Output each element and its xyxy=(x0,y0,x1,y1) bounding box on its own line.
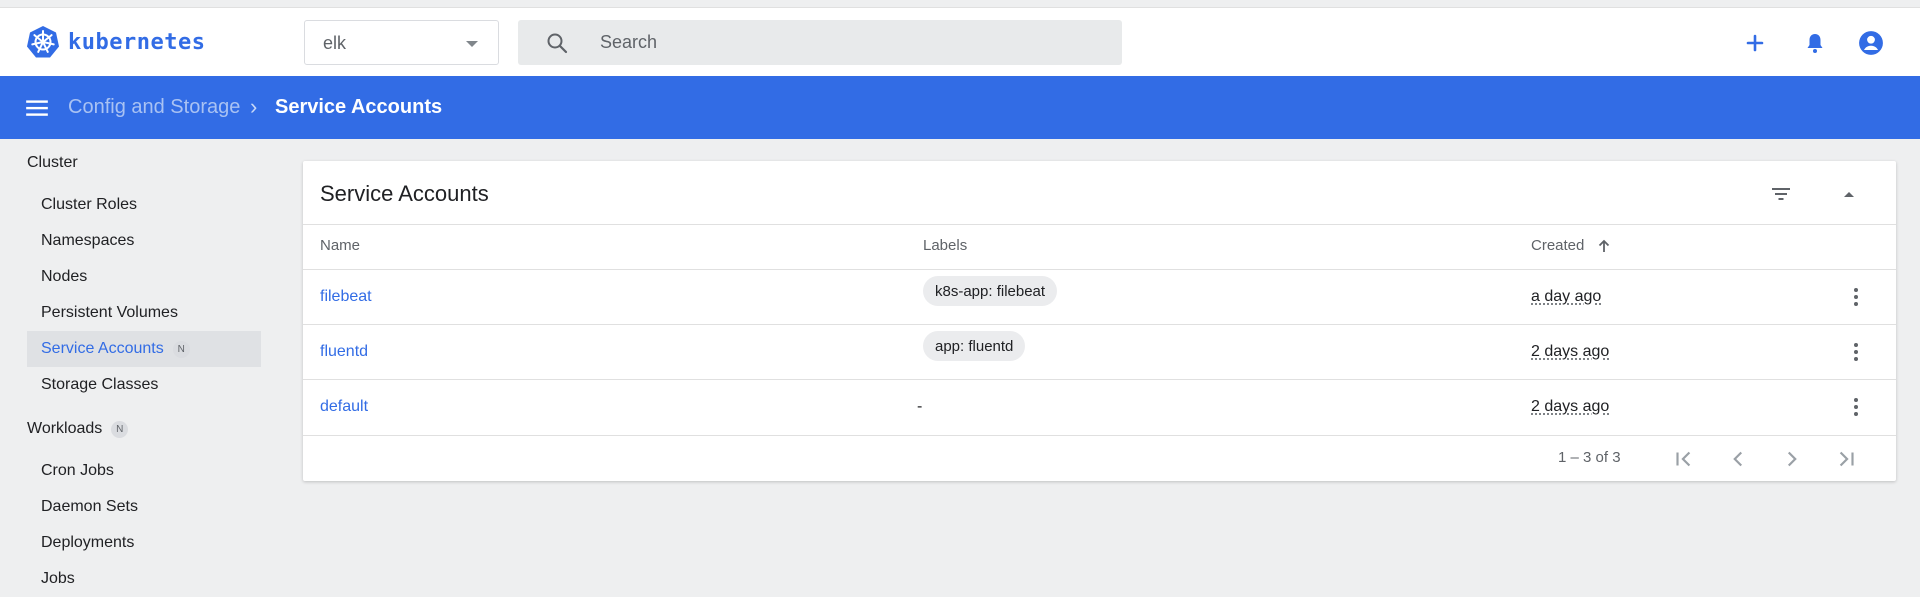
service-accounts-card: Service Accounts Name Labels Created fil… xyxy=(303,161,1896,481)
row-actions-button[interactable] xyxy=(1844,340,1868,364)
triangle-up-icon xyxy=(1844,192,1854,197)
sidebar-section-workloads[interactable]: Workloads N xyxy=(27,420,129,438)
created-age: a day ago xyxy=(1531,288,1602,305)
sidebar-item-service-accounts[interactable]: Service Accounts N xyxy=(27,331,261,367)
sidebar-item-label: Namespaces xyxy=(41,232,135,249)
first-page-icon xyxy=(1676,451,1691,467)
sidebar-section-cluster[interactable]: Cluster xyxy=(27,154,78,172)
created-age: 2 days ago xyxy=(1531,343,1610,360)
add-icon xyxy=(1746,34,1764,52)
next-page-button[interactable] xyxy=(1778,445,1806,473)
logo-text: kubernetes xyxy=(68,29,206,55)
account-icon xyxy=(1859,31,1883,55)
last-page-button[interactable] xyxy=(1832,445,1860,473)
service-account-link[interactable]: filebeat xyxy=(320,288,372,306)
sidebar-item-label: Persistent Volumes xyxy=(41,304,178,321)
sidebar-item-label: Cluster Roles xyxy=(41,196,138,213)
sidebar-item-cron-jobs[interactable]: Cron Jobs xyxy=(27,453,261,489)
row-actions-button[interactable] xyxy=(1844,285,1868,309)
label-chip: app: fluentd xyxy=(923,331,1026,361)
sidebar-item-label: Jobs xyxy=(41,570,75,587)
create-button[interactable] xyxy=(1740,28,1770,58)
divider xyxy=(303,379,1896,380)
pagination-range: 1 – 3 of 3 xyxy=(1558,449,1621,466)
sidebar-item-jobs[interactable]: Jobs xyxy=(27,561,261,597)
divider xyxy=(303,224,1896,225)
sidebar-item-deployments[interactable]: Deployments xyxy=(27,525,261,561)
sidebar-item-label: Service Accounts xyxy=(41,340,164,357)
breadcrumb-current: Service Accounts xyxy=(275,96,443,118)
chevron-right-icon xyxy=(1787,451,1797,467)
search-bar[interactable] xyxy=(518,20,1122,65)
namespaced-badge: N xyxy=(111,420,129,438)
column-header-label: Labels xyxy=(923,237,968,254)
notifications-button[interactable] xyxy=(1800,28,1830,58)
column-header-label: Created xyxy=(1531,237,1585,254)
account-button[interactable] xyxy=(1856,28,1886,58)
column-header-labels: Labels xyxy=(923,237,967,254)
divider xyxy=(303,435,1896,436)
sidebar-section-label: Cluster xyxy=(27,154,78,171)
namespace-selector[interactable]: elk xyxy=(304,20,499,65)
service-account-link[interactable]: fluentd xyxy=(320,343,368,361)
search-input[interactable] xyxy=(600,20,1100,65)
filter-icon xyxy=(1772,188,1790,200)
sidebar-item-label: Nodes xyxy=(41,268,88,285)
breadcrumb-bar: Config and Storage › Service Accounts xyxy=(0,76,1920,139)
sidebar-item-label: Daemon Sets xyxy=(41,498,138,515)
column-header-name[interactable]: Name xyxy=(320,237,360,254)
first-page-button[interactable] xyxy=(1670,445,1698,473)
sidebar-item-label: Cron Jobs xyxy=(41,462,114,479)
namespace-value: elk xyxy=(323,33,347,53)
menu-icon[interactable] xyxy=(24,95,50,121)
top-toolbar: kubernetes elk xyxy=(0,7,1920,76)
row-actions-button[interactable] xyxy=(1844,395,1868,419)
sort-arrow-up-icon xyxy=(1599,239,1610,252)
divider xyxy=(303,269,1896,270)
sidebar-item-storage-classes[interactable]: Storage Classes xyxy=(27,367,261,403)
namespaced-badge: N xyxy=(172,340,190,358)
sidebar-item-label: Deployments xyxy=(41,534,135,551)
filter-button[interactable] xyxy=(1767,180,1795,208)
sidebar-item-label: Storage Classes xyxy=(41,376,159,393)
more-vert-icon xyxy=(1854,398,1858,416)
bell-icon xyxy=(1807,34,1823,53)
sidebar-item-cluster-roles[interactable]: Cluster Roles xyxy=(27,187,261,223)
sidebar-section-label: Workloads xyxy=(27,420,103,437)
sidebar-item-daemon-sets[interactable]: Daemon Sets xyxy=(27,489,261,525)
column-header-created[interactable]: Created xyxy=(1531,237,1612,254)
kubernetes-logo[interactable]: kubernetes xyxy=(26,25,205,59)
empty-labels: - xyxy=(917,398,923,415)
sidebar-item-nodes[interactable]: Nodes xyxy=(27,259,261,295)
divider xyxy=(303,324,1896,325)
kubernetes-wheel-icon xyxy=(27,26,59,58)
last-page-icon xyxy=(1839,451,1854,467)
more-vert-icon xyxy=(1854,288,1858,306)
column-header-label: Name xyxy=(320,237,361,254)
chevron-right-icon: › xyxy=(250,94,258,119)
label-chip: k8s-app: filebeat xyxy=(923,276,1058,306)
created-age: 2 days ago xyxy=(1531,398,1610,415)
sidebar-item-persistent-volumes[interactable]: Persistent Volumes xyxy=(27,295,261,331)
card-title: Service Accounts xyxy=(320,181,489,206)
breadcrumb-parent-link[interactable]: Config and Storage xyxy=(68,96,240,119)
previous-page-button[interactable] xyxy=(1724,445,1752,473)
dropdown-caret-icon xyxy=(466,41,478,47)
service-account-link[interactable]: default xyxy=(320,398,368,416)
sidebar-nav: Cluster Cluster Roles Namespaces Nodes P… xyxy=(0,139,290,587)
more-vert-icon xyxy=(1854,343,1858,361)
chevron-left-icon xyxy=(1733,451,1743,467)
search-icon xyxy=(547,33,568,54)
sidebar-item-namespaces[interactable]: Namespaces xyxy=(27,223,261,259)
collapse-button[interactable] xyxy=(1835,180,1863,208)
